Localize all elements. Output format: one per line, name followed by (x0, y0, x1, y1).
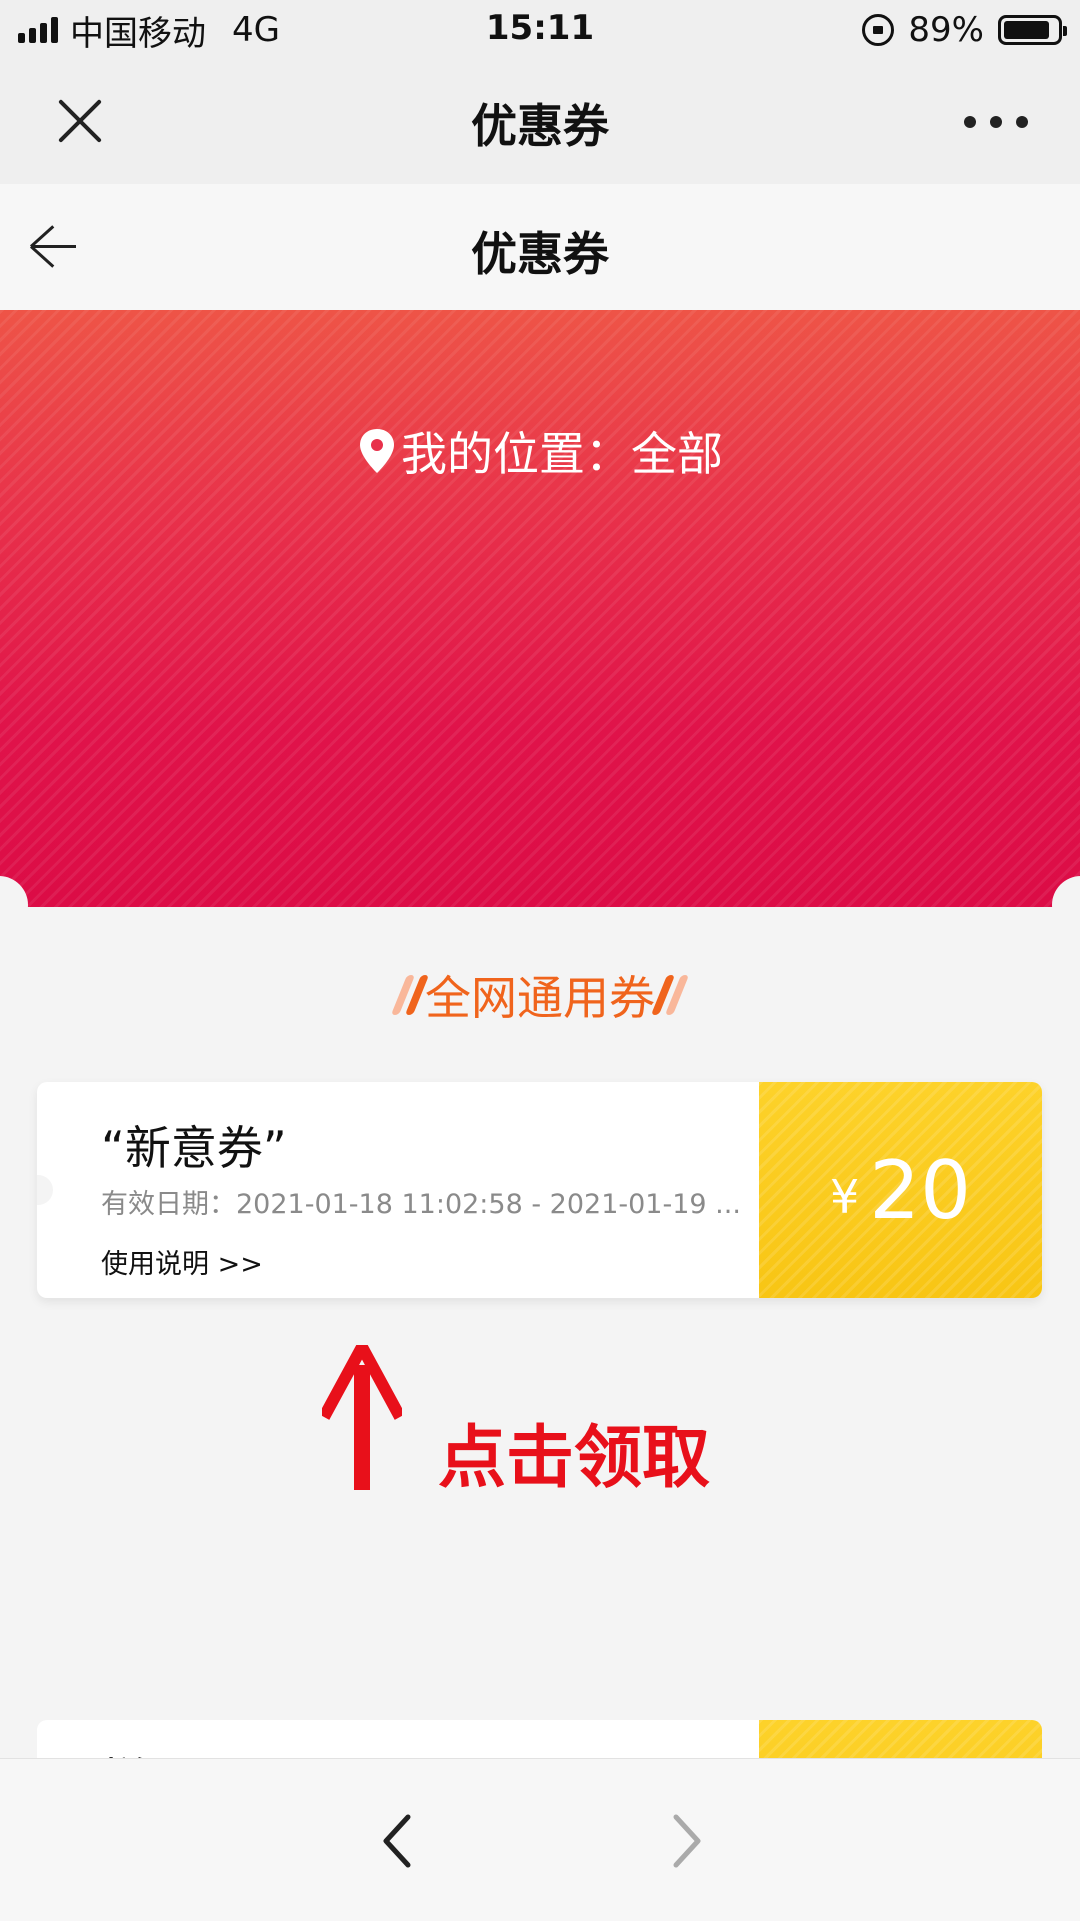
coupon-card[interactable]: “新意券” 有效日期：2021-01-18 11:02:58 - 2021-01… (37, 1082, 1042, 1298)
page-title: 优惠券 (471, 227, 609, 281)
coupon-price-panel[interactable]: ¥ 20 (752, 1082, 1042, 1298)
wechat-title-bar: 优惠券 (0, 60, 1080, 184)
slash-decoration-left (390, 973, 430, 1017)
page-header: 优惠券 (0, 184, 1080, 310)
location-pin-icon (360, 429, 394, 473)
slash-decoration-right (650, 973, 690, 1017)
coupon-currency: ¥ (829, 1170, 860, 1224)
coupon-name: “新意券” (101, 1121, 287, 1175)
battery-percent: 89% (908, 10, 984, 50)
section-title: 全网通用券 (0, 962, 1080, 1028)
chevron-left-icon[interactable] (378, 1811, 418, 1871)
battery-icon (998, 15, 1067, 45)
coupon-amount: 20 (869, 1143, 972, 1237)
more-icon[interactable] (964, 116, 1028, 128)
rotation-lock-icon (862, 14, 895, 46)
location-value: 全部 (631, 427, 723, 481)
coupon-notch (37, 1175, 53, 1205)
chevron-right-icon[interactable] (666, 1811, 706, 1871)
coupon-instructions-link[interactable]: 使用说明 >> (101, 1242, 263, 1281)
browser-bottom-bar (0, 1758, 1080, 1921)
coupon-validity: 有效日期：2021-01-18 11:02:58 - 2021-01-19 ..… (101, 1189, 741, 1220)
wechat-title: 优惠券 (471, 99, 609, 153)
click-to-claim-hint: 点击领取 (438, 1419, 711, 1498)
location-selector[interactable]: 我的位置： 全部 (0, 418, 1080, 484)
coupon-serrated-edge (752, 1082, 766, 1298)
arrow-up-icon (322, 1345, 402, 1490)
section-title-text: 全网通用券 (425, 971, 655, 1025)
status-bar: 中国移动 4G 15:11 89% (0, 0, 1080, 60)
location-label: 我的位置： (401, 427, 631, 481)
status-right: 89% (862, 10, 1067, 50)
banner: 我的位置： 全部 (0, 310, 1080, 907)
